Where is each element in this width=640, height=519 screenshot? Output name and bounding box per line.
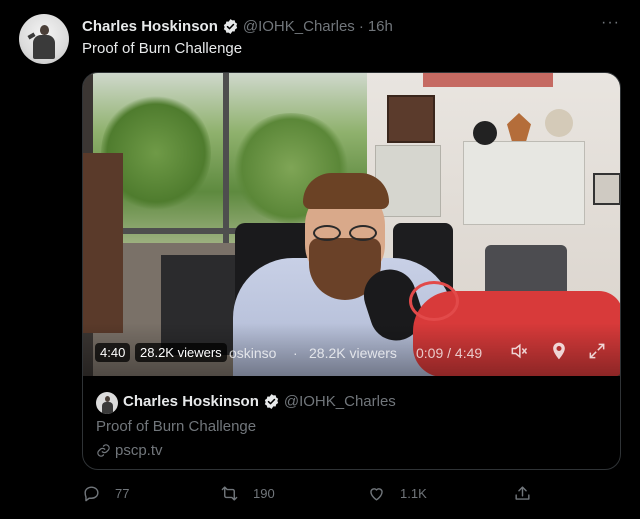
tweet-text: Proof of Burn Challenge	[82, 40, 243, 57]
video-viewers-count: 28.2K viewers	[309, 345, 397, 361]
like-icon	[370, 488, 383, 501]
video-scene-ceiling	[423, 73, 553, 87]
avatar-figure-head	[40, 25, 49, 35]
video-person-glasses	[311, 225, 381, 241]
video-scene-window-frame	[223, 73, 229, 243]
quoted-tweet-info[interactable]: Charles Hoskinson @IOHK_Charles Proof of…	[83, 376, 620, 469]
location-pin-icon[interactable]	[549, 341, 569, 361]
expand-icon[interactable]	[587, 341, 607, 361]
avatar-figure-head	[105, 396, 110, 402]
reply-count: 77	[115, 486, 130, 501]
quoted-broadcast-card[interactable]: 4:40 28.2K viewers oskinso · 28.2K viewe…	[82, 72, 621, 470]
video-broadcaster-name: oskinso	[229, 345, 277, 361]
video-scene-wall-decor	[545, 109, 573, 137]
video-scene-frame	[593, 173, 620, 205]
author-avatar[interactable]	[19, 14, 69, 64]
verified-badge-icon	[223, 18, 238, 34]
video-person-hair	[303, 173, 389, 209]
quoted-tweet-header: Charles Hoskinson @IOHK_Charles	[123, 393, 396, 410]
video-viewers-badge: 28.2K viewers	[135, 343, 227, 362]
quoted-author-name[interactable]: Charles Hoskinson	[123, 393, 259, 410]
video-player[interactable]: 4:40 28.2K viewers oskinso · 28.2K viewe…	[83, 73, 620, 376]
quoted-author-avatar[interactable]	[96, 392, 118, 414]
video-scene-painting	[387, 95, 435, 143]
tweet-header: Charles Hoskinson @IOHK_Charles · 16h	[82, 16, 393, 36]
header-separator: ·	[358, 17, 364, 35]
author-name[interactable]: Charles Hoskinson	[82, 18, 218, 35]
verified-badge-icon	[264, 394, 279, 409]
retweet-count: 190	[253, 486, 275, 501]
video-controls-separator: ·	[293, 345, 298, 361]
retweet-button[interactable]: 190	[220, 484, 275, 503]
quoted-tweet-text: Proof of Burn Challenge	[96, 418, 257, 435]
share-button[interactable]	[513, 484, 532, 503]
like-count: 1.1K	[400, 486, 427, 501]
avatar-figure-body	[102, 402, 113, 414]
avatar-figure-body	[33, 35, 55, 59]
tweet-actions-bar: 77 190 1.1K	[82, 484, 542, 506]
link-icon	[97, 444, 110, 457]
tweet-timestamp[interactable]: 16h	[368, 18, 393, 35]
video-scene-wall-decor	[473, 121, 497, 145]
share-icon	[515, 486, 530, 500]
video-scene-whiteboard	[463, 141, 585, 225]
video-scene-shelf	[83, 153, 123, 333]
video-duration-badge: 4:40	[95, 343, 131, 362]
retweet-icon	[221, 486, 238, 501]
more-options-icon[interactable]: ···	[601, 14, 620, 32]
video-progress-time: 0:09 / 4:49	[416, 345, 483, 361]
reply-icon	[84, 486, 99, 502]
quoted-link[interactable]: pscp.tv	[96, 442, 163, 459]
quoted-link-text[interactable]: pscp.tv	[115, 442, 163, 459]
author-handle[interactable]: @IOHK_Charles	[243, 18, 355, 35]
quoted-author-handle[interactable]: @IOHK_Charles	[284, 393, 396, 410]
like-button[interactable]: 1.1K	[367, 484, 427, 503]
mute-icon[interactable]	[509, 341, 529, 361]
reply-button[interactable]: 77	[82, 484, 129, 503]
tweet[interactable]: Charles Hoskinson @IOHK_Charles · 16h ··…	[0, 0, 640, 519]
video-lobster-claw	[409, 281, 459, 321]
